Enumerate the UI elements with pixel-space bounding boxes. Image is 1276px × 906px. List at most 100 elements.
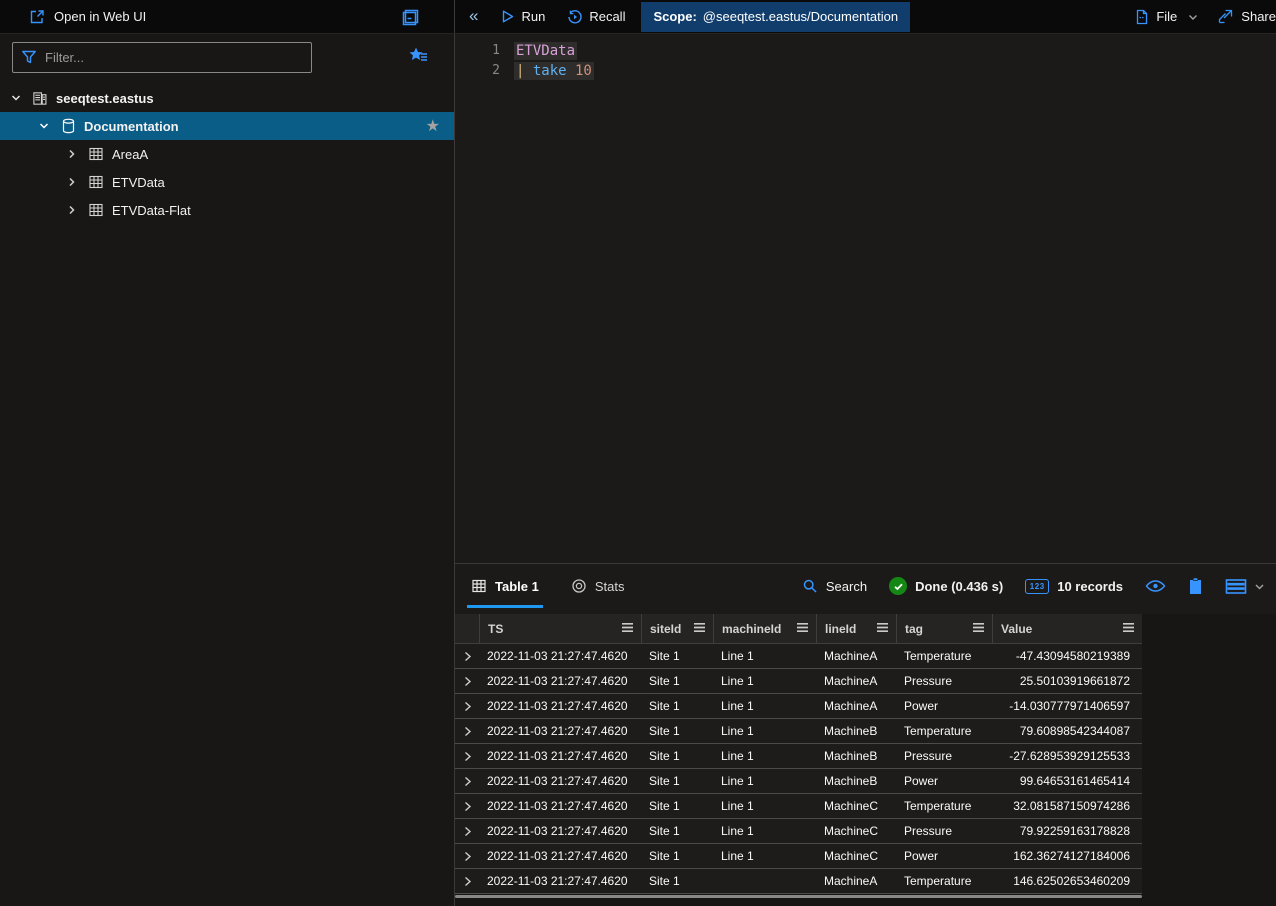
file-menu-button[interactable]: File: [1134, 9, 1199, 25]
column-menu-icon[interactable]: [972, 622, 985, 636]
query-editor[interactable]: 1 ETVData 2 | take 10: [455, 34, 1276, 563]
cell-machineid[interactable]: Line 1: [713, 794, 816, 818]
cell-ts[interactable]: 2022-11-03 21:27:47.4620: [479, 769, 641, 793]
cell-lineid[interactable]: MachineB: [816, 744, 896, 768]
column-header-machineid[interactable]: machineId: [713, 614, 816, 643]
cell-machineid[interactable]: Line 1: [713, 694, 816, 718]
cell-siteid[interactable]: Site 1: [641, 644, 713, 668]
preview-eye-icon[interactable]: [1145, 578, 1166, 594]
code-line-1[interactable]: 1 ETVData: [455, 41, 1276, 61]
cell-ts[interactable]: 2022-11-03 21:27:47.4620: [479, 869, 641, 893]
cell-machineid[interactable]: Line 1: [713, 844, 816, 868]
row-expand-chevron-icon[interactable]: [455, 769, 479, 793]
row-expand-chevron-icon[interactable]: [455, 694, 479, 718]
column-menu-icon[interactable]: [1122, 622, 1135, 636]
row-expand-chevron-icon[interactable]: [455, 844, 479, 868]
column-header-tag[interactable]: tag: [896, 614, 992, 643]
cell-lineid[interactable]: MachineC: [816, 819, 896, 843]
cell-machineid[interactable]: Line 1: [713, 819, 816, 843]
table-row[interactable]: 2022-11-03 21:27:47.4620 Site 1 Line 1 M…: [455, 819, 1142, 844]
cell-tag[interactable]: Power: [896, 769, 992, 793]
cell-lineid[interactable]: MachineC: [816, 844, 896, 868]
cell-tag[interactable]: Pressure: [896, 744, 992, 768]
cell-siteid[interactable]: Site 1: [641, 694, 713, 718]
filter-input[interactable]: [45, 50, 275, 65]
chevron-right-icon[interactable]: [64, 204, 80, 216]
row-expand-chevron-icon[interactable]: [455, 744, 479, 768]
row-expand-chevron-icon[interactable]: [455, 669, 479, 693]
cell-lineid[interactable]: MachineA: [816, 694, 896, 718]
chevron-right-icon[interactable]: [64, 176, 80, 188]
run-button[interactable]: Run: [500, 9, 545, 24]
row-expand-chevron-icon[interactable]: [455, 644, 479, 668]
tree-item-table-etvdata[interactable]: ETVData: [0, 168, 454, 196]
cell-tag[interactable]: Temperature: [896, 869, 992, 893]
column-menu-icon[interactable]: [796, 622, 809, 636]
cell-siteid[interactable]: Site 1: [641, 819, 713, 843]
column-menu-icon[interactable]: [693, 622, 706, 636]
cell-ts[interactable]: 2022-11-03 21:27:47.4620: [479, 669, 641, 693]
cell-value[interactable]: 79.92259163178828: [992, 819, 1142, 843]
recall-button[interactable]: Recall: [567, 9, 625, 25]
cell-ts[interactable]: 2022-11-03 21:27:47.4620: [479, 694, 641, 718]
cell-value[interactable]: 32.081587150974286: [992, 794, 1142, 818]
cell-ts[interactable]: 2022-11-03 21:27:47.4620: [479, 794, 641, 818]
cell-tag[interactable]: Temperature: [896, 794, 992, 818]
layout-columns-icon[interactable]: [1225, 578, 1247, 595]
favorites-filter-icon[interactable]: [408, 46, 430, 66]
search-button[interactable]: Search: [802, 578, 867, 594]
horizontal-scrollbar[interactable]: [455, 895, 1142, 898]
tree-item-cluster[interactable]: seeqtest.eastus: [0, 84, 454, 112]
cell-value[interactable]: 79.60898542344087: [992, 719, 1142, 743]
share-button[interactable]: Share: [1217, 8, 1276, 25]
tree-item-database-selected[interactable]: Documentation ★: [0, 112, 454, 140]
cell-tag[interactable]: Power: [896, 844, 992, 868]
cell-siteid[interactable]: Site 1: [641, 669, 713, 693]
cell-tag[interactable]: Temperature: [896, 719, 992, 743]
table-row[interactable]: 2022-11-03 21:27:47.4620 Site 1 MachineA…: [455, 869, 1142, 894]
cell-value[interactable]: 146.62502653460209: [992, 869, 1142, 893]
column-menu-icon[interactable]: [876, 622, 889, 636]
toggle-panel-icon[interactable]: [401, 8, 420, 27]
cell-lineid[interactable]: MachineA: [816, 644, 896, 668]
cell-ts[interactable]: 2022-11-03 21:27:47.4620: [479, 719, 641, 743]
tab-stats[interactable]: Stats: [567, 564, 629, 608]
chevron-down-icon[interactable]: [36, 120, 52, 132]
row-expand-chevron-icon[interactable]: [455, 794, 479, 818]
cell-lineid[interactable]: MachineC: [816, 794, 896, 818]
cell-machineid[interactable]: [713, 869, 816, 893]
collapse-sidebar-button[interactable]: «: [469, 6, 478, 26]
cell-ts[interactable]: 2022-11-03 21:27:47.4620: [479, 644, 641, 668]
cell-lineid[interactable]: MachineB: [816, 719, 896, 743]
column-menu-icon[interactable]: [621, 622, 634, 636]
table-row[interactable]: 2022-11-03 21:27:47.4620 Site 1 Line 1 M…: [455, 669, 1142, 694]
cell-tag[interactable]: Pressure: [896, 819, 992, 843]
favorite-star-icon[interactable]: ★: [426, 116, 440, 136]
cell-tag[interactable]: Power: [896, 694, 992, 718]
view-options-chevron-icon[interactable]: [1253, 580, 1266, 593]
chevron-right-icon[interactable]: [64, 148, 80, 160]
column-header-siteid[interactable]: siteId: [641, 614, 713, 643]
table-row[interactable]: 2022-11-03 21:27:47.4620 Site 1 Line 1 M…: [455, 719, 1142, 744]
cell-value[interactable]: 25.50103919661872: [992, 669, 1142, 693]
cell-value[interactable]: 99.64653161465414: [992, 769, 1142, 793]
cell-tag[interactable]: Temperature: [896, 644, 992, 668]
cell-lineid[interactable]: MachineA: [816, 869, 896, 893]
copy-clipboard-icon[interactable]: [1188, 577, 1203, 595]
cell-lineid[interactable]: MachineA: [816, 669, 896, 693]
table-row[interactable]: 2022-11-03 21:27:47.4620 Site 1 Line 1 M…: [455, 694, 1142, 719]
table-row[interactable]: 2022-11-03 21:27:47.4620 Site 1 Line 1 M…: [455, 769, 1142, 794]
code-line-2[interactable]: 2 | take 10: [455, 61, 1276, 81]
scope-selector[interactable]: Scope: @seeqtest.eastus/Documentation: [641, 2, 910, 32]
tree-item-table-areaa[interactable]: AreaA: [0, 140, 454, 168]
filter-box[interactable]: [12, 42, 312, 73]
cell-siteid[interactable]: Site 1: [641, 744, 713, 768]
cell-siteid[interactable]: Site 1: [641, 719, 713, 743]
cell-ts[interactable]: 2022-11-03 21:27:47.4620: [479, 844, 641, 868]
cell-value[interactable]: -47.43094580219389: [992, 644, 1142, 668]
cell-machineid[interactable]: Line 1: [713, 769, 816, 793]
cell-machineid[interactable]: Line 1: [713, 744, 816, 768]
cell-machineid[interactable]: Line 1: [713, 669, 816, 693]
table-row[interactable]: 2022-11-03 21:27:47.4620 Site 1 Line 1 M…: [455, 744, 1142, 769]
cell-tag[interactable]: Pressure: [896, 669, 992, 693]
